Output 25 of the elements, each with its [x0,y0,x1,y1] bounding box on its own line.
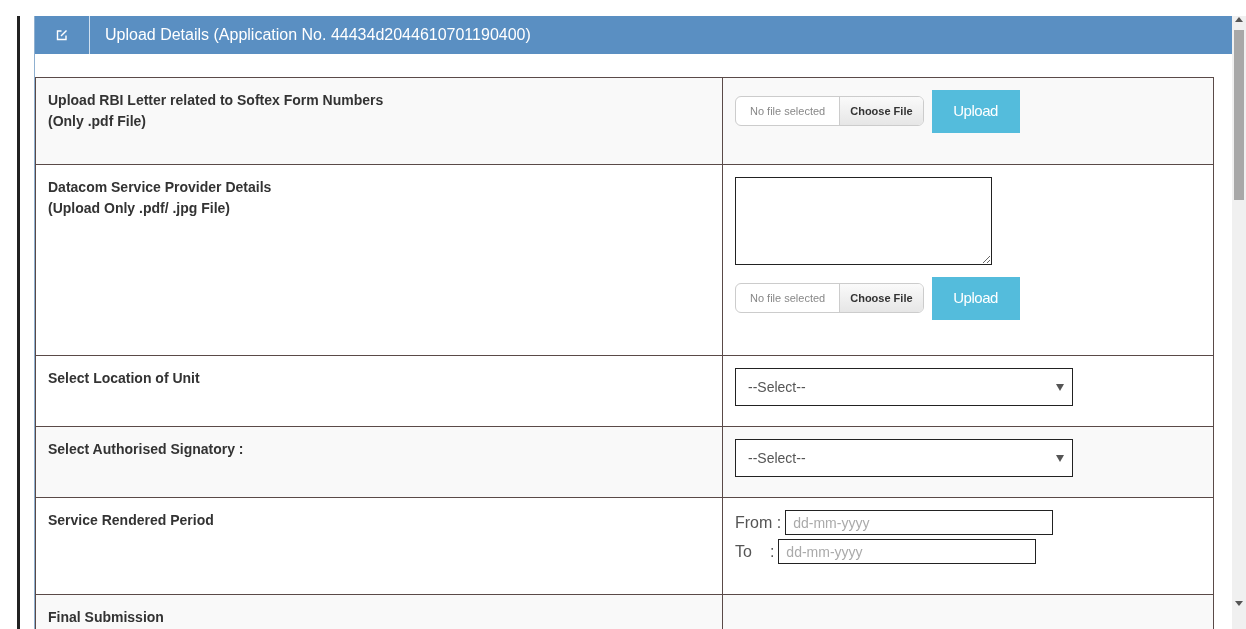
file-input[interactable]: No file selected Choose File [735,96,924,126]
caret-icon [1056,454,1064,462]
edit-icon [56,29,68,41]
scroll-down-icon[interactable] [1235,601,1243,607]
text-area[interactable] [735,177,992,265]
scrollbar-thumb[interactable] [1234,30,1244,200]
separator-label: : [769,541,775,562]
field-label: Datacom Service Provider Details [48,178,273,197]
select-dropdown[interactable]: --Select-- [735,368,1073,406]
scroll-up-icon[interactable] [1235,16,1243,22]
to-label: To [735,541,752,562]
date-field[interactable]: dd-mm-yyyy [778,539,1037,564]
field-label: Final Submission [48,608,165,627]
field-label: Service Rendered Period [48,511,215,530]
field-label: Select Location of Unit [48,369,201,388]
select-dropdown[interactable]: --Select-- [735,439,1073,477]
field-note: (Only .pdf File) [48,112,147,131]
caret-icon [1056,383,1064,391]
from-label: From : [735,512,782,533]
panel-title: Upload Details (Application No. 44434d2044610701190400) [104,25,531,45]
field-label: Select Authorised Signatory : [48,440,245,459]
file-input[interactable]: No file selected Choose File [735,283,924,313]
field-label: Upload RBI Letter related to Softex Form Numbers [48,91,385,110]
field-note: (Upload Only .pdf/ .jpg File) [48,199,231,218]
date-field[interactable]: dd-mm-yyyy [785,510,1054,535]
